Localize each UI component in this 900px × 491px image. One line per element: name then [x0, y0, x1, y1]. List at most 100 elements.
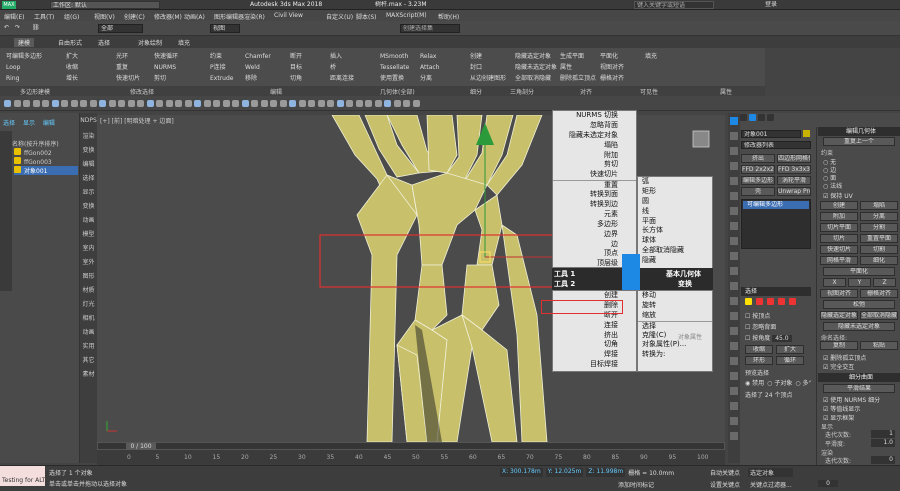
ribbon-item-22[interactable]: 桥 [330, 63, 377, 72]
selection-set-dropdown[interactable]: 创建选择集 [400, 24, 460, 33]
tab-edit[interactable]: 编辑 [43, 120, 55, 127]
ribbon-item-18[interactable]: 断开 [290, 52, 327, 61]
object-name-field[interactable]: 对象001 [741, 130, 801, 138]
undo-icon[interactable]: ↶ [4, 24, 9, 31]
ribbon-item-31[interactable]: 封口 [470, 63, 512, 72]
quad-item[interactable]: 转换到面 [553, 190, 636, 200]
left-command-7[interactable]: 动画 [80, 215, 97, 224]
time-slider-track[interactable]: 0 / 100 [97, 442, 725, 450]
menu-3[interactable]: 视图(V) [94, 12, 115, 21]
selection-rollout-header[interactable]: 选择 [741, 287, 811, 296]
edit-geometry-button[interactable]: 栅格对齐 [860, 289, 898, 298]
modifier-button-2[interactable]: FFD 2x2x2 [741, 165, 775, 174]
quad-item[interactable]: 目标焊接 [553, 360, 636, 370]
panel-tool-icon[interactable] [730, 372, 738, 380]
graphite-tool-icon[interactable] [384, 100, 391, 107]
panel-tool-icon[interactable] [730, 147, 738, 155]
left-command-13[interactable]: 灯光 [80, 299, 97, 308]
panel-tool-icon[interactable] [730, 327, 738, 335]
ribbon-item-15[interactable]: Chamfer [245, 52, 287, 61]
panel-tool-icon[interactable] [730, 207, 738, 215]
graphite-tool-icon[interactable] [61, 100, 68, 107]
graphite-tool-icon[interactable] [4, 100, 11, 107]
ribbon-item-9[interactable]: 快速循环 [154, 52, 207, 61]
explorer-item[interactable]: ffGon002 [14, 148, 78, 157]
vertex-mode-icon[interactable] [745, 298, 752, 305]
ribbon-item-3[interactable]: 扩大 [66, 52, 113, 61]
ribbon-item-4[interactable]: 收缩 [66, 63, 113, 72]
ribbon-item-8[interactable]: 快速切片 [116, 74, 151, 83]
axis-button[interactable]: Z [873, 278, 896, 287]
preview-options[interactable]: ◉ 禁用○ 子对象○ 多个 [745, 378, 811, 387]
modifier-button-1[interactable]: 四边形网格化 [777, 154, 811, 163]
edit-geometry-button[interactable]: 重复上一个 [823, 137, 895, 146]
edit-geometry-button[interactable]: 分割 [860, 223, 898, 232]
ribbon-item-12[interactable]: 约束 [210, 52, 242, 61]
graphite-tool-icon[interactable] [298, 100, 306, 107]
ribbon-item-24[interactable]: MSmooth [380, 52, 417, 61]
redo-icon[interactable]: ↷ [15, 24, 20, 31]
edit-geometry-button[interactable]: 复制 [820, 341, 858, 350]
ribbon-item-36[interactable]: 生成平面 [560, 52, 597, 61]
z-coordinate[interactable]: Z: 11.998m [586, 468, 626, 477]
shrink-button[interactable]: 收缩 [745, 345, 773, 354]
rollout-header[interactable]: 细分曲面 [818, 373, 900, 382]
time-slider[interactable]: 0 / 100 0 5 10 15 20 25 30 35 40 45 50 55 60 65 70 75 80… [97, 442, 725, 465]
ribbon-item-11[interactable]: 剪切 [154, 74, 207, 83]
ribbon-item-32[interactable]: 从边创建图形 [470, 74, 512, 83]
ribbon-tab-4[interactable]: 填充 [174, 38, 194, 47]
quad-item[interactable]: 平面 [638, 217, 712, 227]
edit-geometry-button[interactable]: 细化 [860, 256, 898, 265]
ribbon-item-1[interactable]: Loop [6, 63, 63, 72]
ribbon-item-35[interactable]: 全部取消隐藏 [515, 74, 557, 83]
edit-geometry-button[interactable]: 重置平面 [860, 234, 898, 243]
quad-item[interactable]: 边 [553, 240, 636, 250]
graphite-tool-icon[interactable] [308, 100, 315, 107]
modifier-button-3[interactable]: FFD 3x3x3 [777, 165, 811, 174]
spinner-field[interactable]: 0 [871, 456, 895, 464]
edit-geometry-checkbox[interactable]: ☑ 完全交互 [823, 362, 854, 371]
left-command-14[interactable]: 相机 [80, 313, 97, 322]
graphite-tool-icon[interactable] [317, 100, 325, 107]
menu-10[interactable]: 自定义(U) [326, 12, 353, 21]
panel-tool-icon[interactable] [730, 297, 738, 305]
edit-geometry-button[interactable]: 创建 [820, 201, 858, 210]
quad-item[interactable]: 矩形 [638, 187, 712, 197]
stack-item-editable-poly[interactable]: 可编辑多边形 [743, 201, 809, 209]
graphite-tool-icon[interactable] [99, 100, 106, 107]
ring-button[interactable]: 环形 [745, 356, 773, 365]
add-time-tag[interactable]: 添加时间标记 [618, 480, 678, 489]
modifier-list-dropdown[interactable]: 修改器列表 [741, 141, 811, 149]
ribbon-item-42[interactable]: 填充 [645, 52, 687, 61]
panel-tool-icon[interactable] [730, 267, 738, 275]
edit-geometry-button[interactable]: 粘贴 [860, 341, 898, 350]
modifier-button-7[interactable]: Unwrap Pro [777, 187, 811, 196]
graphite-tool-icon[interactable] [232, 100, 239, 107]
edit-geometry-button[interactable]: 松弛 [823, 300, 895, 309]
menu-7[interactable]: 图形编辑器 [214, 12, 244, 21]
edit-geometry-checkbox[interactable]: ☑ 等值线显示 [823, 404, 860, 413]
graphite-tool-icon[interactable] [403, 100, 410, 107]
graphite-tool-icon[interactable] [346, 100, 353, 107]
edit-geometry-button[interactable]: 隐藏未选定对象 [823, 322, 895, 331]
menu-0[interactable]: 编辑(E) [4, 12, 24, 21]
ribbon-item-30[interactable]: 创建 [470, 52, 512, 61]
loop-button[interactable]: 循环 [776, 356, 804, 365]
spinner-field[interactable]: 1.0 [871, 439, 895, 447]
ribbon-item-26[interactable]: 使用置换 [380, 74, 417, 83]
edit-geometry-button[interactable]: 附加 [820, 212, 858, 221]
ribbon-item-0[interactable]: 可编辑多边形 [6, 52, 63, 61]
selected-dropdown[interactable]: 选定对象 [748, 468, 793, 477]
quad-item[interactable]: 长方体 [638, 226, 712, 236]
edit-geometry-checkbox[interactable]: ☑ 使用 NURMS 细分 [823, 395, 880, 404]
quad-item[interactable]: 边界 [553, 230, 636, 240]
angle-spinner[interactable]: 45.0 [772, 335, 792, 342]
ribbon-item-2[interactable]: Ring [6, 74, 63, 83]
y-coordinate[interactable]: Y: 12.025m [545, 468, 584, 477]
panel-tool-icon[interactable] [730, 387, 738, 395]
left-command-16[interactable]: 实用 [80, 341, 97, 350]
modifier-button-5[interactable]: 涡轮平滑 [777, 176, 811, 185]
graphite-tool-icon[interactable] [222, 100, 230, 107]
ribbon-item-13[interactable]: P连接 [210, 63, 242, 72]
left-command-3[interactable]: 编辑 [80, 159, 97, 168]
